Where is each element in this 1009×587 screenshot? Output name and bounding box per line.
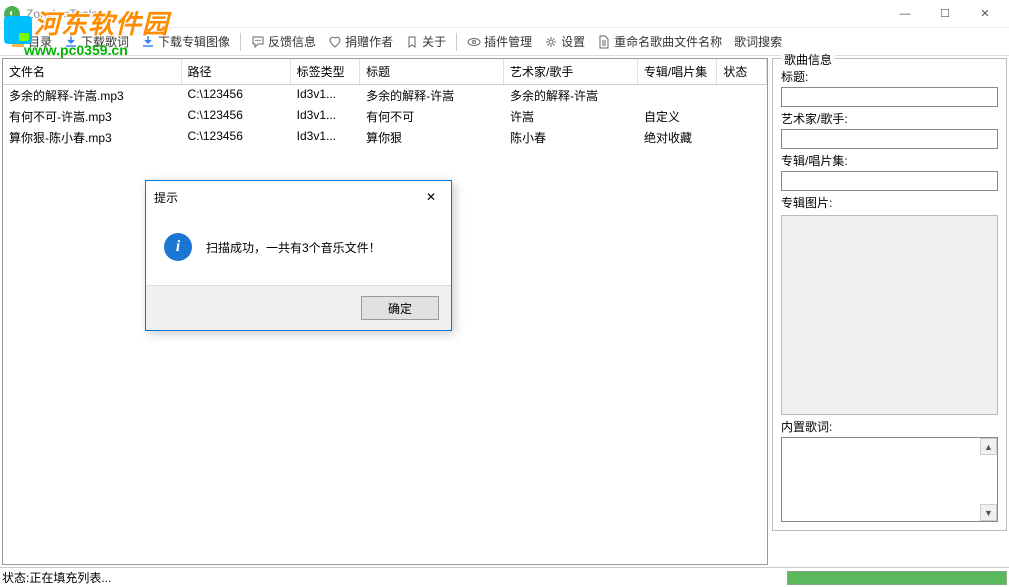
- dialog-body: i 扫描成功，一共有3个音乐文件！: [146, 213, 451, 285]
- dialog-close-button[interactable]: ✕: [419, 187, 443, 207]
- dialog-footer: 确定: [146, 285, 451, 330]
- dialog-overlay: 提示 ✕ i 扫描成功，一共有3个音乐文件！ 确定: [0, 0, 1009, 587]
- dialog-title-text: 提示: [154, 189, 419, 206]
- info-icon: i: [164, 233, 192, 261]
- ok-button[interactable]: 确定: [361, 296, 439, 320]
- message-dialog: 提示 ✕ i 扫描成功，一共有3个音乐文件！ 确定: [145, 180, 452, 331]
- dialog-message: 扫描成功，一共有3个音乐文件！: [206, 239, 381, 256]
- dialog-titlebar: 提示 ✕: [146, 181, 451, 213]
